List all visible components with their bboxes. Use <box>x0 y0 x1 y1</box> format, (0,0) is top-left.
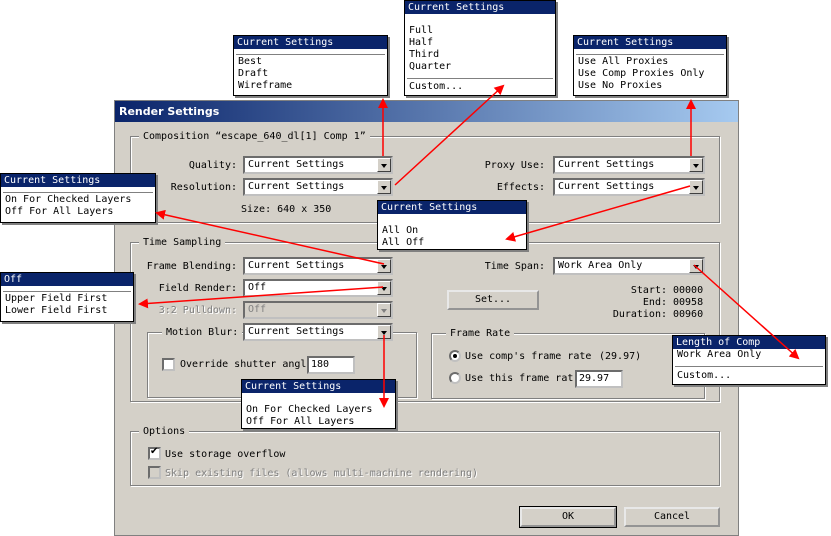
effects-arrow <box>505 185 691 242</box>
time-span-arrow <box>693 264 800 360</box>
frame-blending-arrow <box>155 209 385 265</box>
resolution-arrow <box>394 84 505 186</box>
callout-arrows <box>138 84 800 408</box>
field-render-arrow <box>138 286 384 309</box>
